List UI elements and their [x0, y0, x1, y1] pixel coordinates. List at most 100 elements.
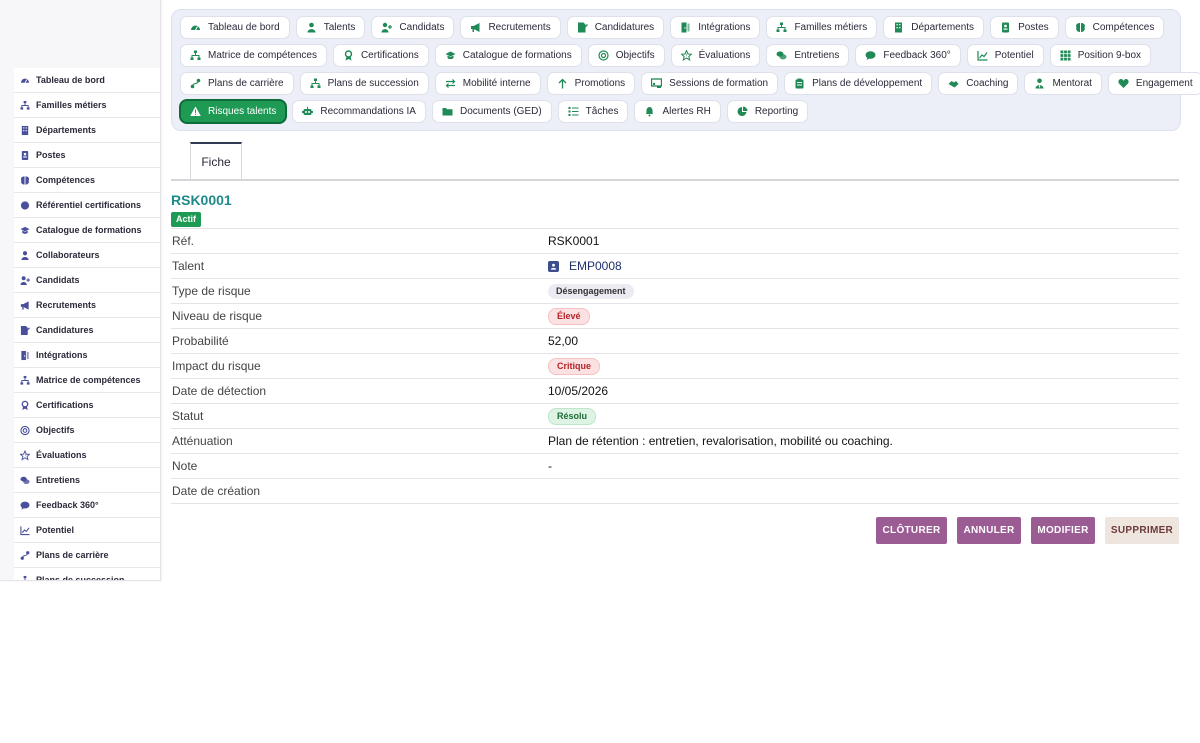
nav-button[interactable]: Compétences: [1064, 16, 1165, 39]
nav-row: Risques talents Recommandations IA Documen…: [180, 100, 809, 123]
sidebar-item[interactable]: Entretiens: [14, 468, 160, 493]
sidebar-item[interactable]: Candidats: [14, 268, 160, 293]
nav-button[interactable]: Mentorat: [1024, 72, 1102, 95]
talent-link[interactable]: EMP0008: [569, 259, 622, 273]
field-row-niveau: Niveau de risque Élevé: [171, 304, 1179, 329]
sidebar-item[interactable]: Objectifs: [14, 418, 160, 443]
nav-button[interactable]: Candidatures: [566, 16, 665, 39]
record-tabs: Fiche: [171, 142, 1179, 181]
field-value-date-detection: 10/05/2026: [548, 384, 609, 398]
field-row-talent: Talent EMP0008: [171, 254, 1179, 279]
sitemap-icon: [20, 375, 30, 385]
nav-button[interactable]: Potentiel: [966, 44, 1044, 67]
gauge-icon: [20, 75, 30, 85]
nav-button[interactable]: Coaching: [938, 72, 1019, 95]
sidebar-item[interactable]: Évaluations: [14, 443, 160, 468]
heart-icon: [1118, 78, 1129, 89]
field-label: Probabilité: [172, 334, 229, 348]
nav-button[interactable]: Mobilité interne: [434, 72, 541, 95]
field-row-attenuation: Atténuation Plan de rétention : entretie…: [171, 429, 1179, 454]
sidebar-item[interactable]: Plans de succession: [14, 568, 160, 581]
edit-button[interactable]: MODIFIER: [1031, 517, 1095, 544]
nav-button-label: Coaching: [966, 78, 1009, 89]
risk-level-badge: Élevé: [548, 307, 590, 325]
user-tie-icon: [1034, 78, 1045, 89]
nav-button[interactable]: Entretiens: [766, 44, 850, 67]
sidebar-item[interactable]: Départements: [14, 118, 160, 143]
nav-button[interactable]: Feedback 360°: [855, 44, 961, 67]
nav-button[interactable]: Objectifs: [587, 44, 665, 67]
sidebar-item[interactable]: Feedback 360°: [14, 493, 160, 518]
nav-button[interactable]: Reporting: [726, 100, 809, 123]
nav-button[interactable]: Alertes RH: [634, 100, 721, 123]
field-row-impact: Impact du risque Critique: [171, 354, 1179, 379]
sidebar-item[interactable]: Référentiel certifications: [14, 193, 160, 218]
nav-button-label: Compétences: [1092, 22, 1155, 33]
sidebar-item[interactable]: Recrutements: [14, 293, 160, 318]
award-icon: [343, 50, 354, 61]
grid-icon: [1060, 50, 1071, 61]
nav-button[interactable]: Engagement: [1107, 72, 1200, 95]
nav-button-label: Potentiel: [994, 50, 1034, 61]
nav-button[interactable]: Tâches: [557, 100, 629, 123]
nav-button[interactable]: Risques talents: [180, 100, 287, 123]
sidebar-item[interactable]: Plans de carrière: [14, 543, 160, 568]
field-label: Date de création: [172, 484, 261, 498]
close-risk-button[interactable]: CLÔTURER: [876, 517, 947, 544]
sidebar-item[interactable]: Tableau de bord: [14, 68, 160, 93]
sidebar-item-label: Évaluations: [36, 450, 87, 460]
nav-button[interactable]: Talents: [295, 16, 366, 39]
field-label: Impact du risque: [172, 359, 261, 373]
field-label: Talent: [172, 259, 205, 273]
nav-button[interactable]: Évaluations: [670, 44, 761, 67]
sidebar-item-label: Compétences: [36, 175, 96, 185]
nav-button[interactable]: Plans de succession: [299, 72, 429, 95]
nav-button[interactable]: Recommandations IA: [292, 100, 426, 123]
nav-button[interactable]: Matrice de compétences: [180, 44, 327, 67]
nav-button[interactable]: Position 9-box: [1049, 44, 1152, 67]
sidebar-item[interactable]: Collaborateurs: [14, 243, 160, 268]
nav-button[interactable]: Sessions de formation: [641, 72, 779, 95]
delete-button[interactable]: SUPPRIMER: [1105, 517, 1179, 544]
nav-button[interactable]: Intégrations: [670, 16, 761, 39]
sidebar-item[interactable]: Certifications: [14, 393, 160, 418]
sidebar-item[interactable]: Intégrations: [14, 343, 160, 368]
sidebar-item-label: Départements: [36, 125, 97, 135]
sidebar-item-label: Plans de succession: [36, 575, 125, 581]
sidebar-item[interactable]: Catalogue de formations: [14, 218, 160, 243]
nav-button[interactable]: Catalogue de formations: [434, 44, 582, 67]
field-row-date-detection: Date de détection 10/05/2026: [171, 379, 1179, 404]
nav-button[interactable]: Certifications: [332, 44, 429, 67]
nav-button[interactable]: Plans de développement: [784, 72, 933, 95]
sidebar-item[interactable]: Postes: [14, 143, 160, 168]
field-label: Type de risque: [172, 284, 251, 298]
nav-button[interactable]: Tableau de bord: [180, 16, 290, 39]
sidebar-item[interactable]: Compétences: [14, 168, 160, 193]
cancel-button[interactable]: ANNULER: [957, 517, 1021, 544]
record-actions: CLÔTURER ANNULER MODIFIER SUPPRIMER: [0, 517, 1179, 544]
nav-button-label: Tâches: [585, 106, 619, 117]
nav-button[interactable]: Documents (GED): [431, 100, 552, 123]
nav-button[interactable]: Postes: [990, 16, 1059, 39]
tab-fiche[interactable]: Fiche: [190, 142, 242, 179]
sidebar-item-label: Feedback 360°: [36, 500, 99, 510]
sidebar-item[interactable]: Familles métiers: [14, 93, 160, 118]
sidebar-item[interactable]: Candidatures: [14, 318, 160, 343]
star-icon: [20, 449, 30, 461]
brain-icon: [20, 175, 30, 185]
sidebar-item-label: Référentiel certifications: [36, 200, 142, 210]
nav-button[interactable]: Familles métiers: [766, 16, 878, 39]
sidebar-item[interactable]: Matrice de compétences: [14, 368, 160, 393]
nav-button[interactable]: Candidats: [371, 16, 455, 39]
nav-button[interactable]: Promotions: [546, 72, 636, 95]
nav-button[interactable]: Recrutements: [460, 16, 561, 39]
nav-button[interactable]: Départements: [883, 16, 985, 39]
nav-button[interactable]: Plans de carrière: [180, 72, 294, 95]
id-badge-icon: [1000, 22, 1011, 33]
sidebar-item-label: Candidatures: [36, 325, 94, 335]
field-value-talent[interactable]: EMP0008: [548, 259, 622, 273]
sidebar-item-label: Tableau de bord: [36, 75, 105, 85]
nav-button-label: Risques talents: [208, 106, 277, 117]
certificate-icon: [20, 200, 30, 210]
nav-button-label: Candidatures: [594, 22, 655, 33]
